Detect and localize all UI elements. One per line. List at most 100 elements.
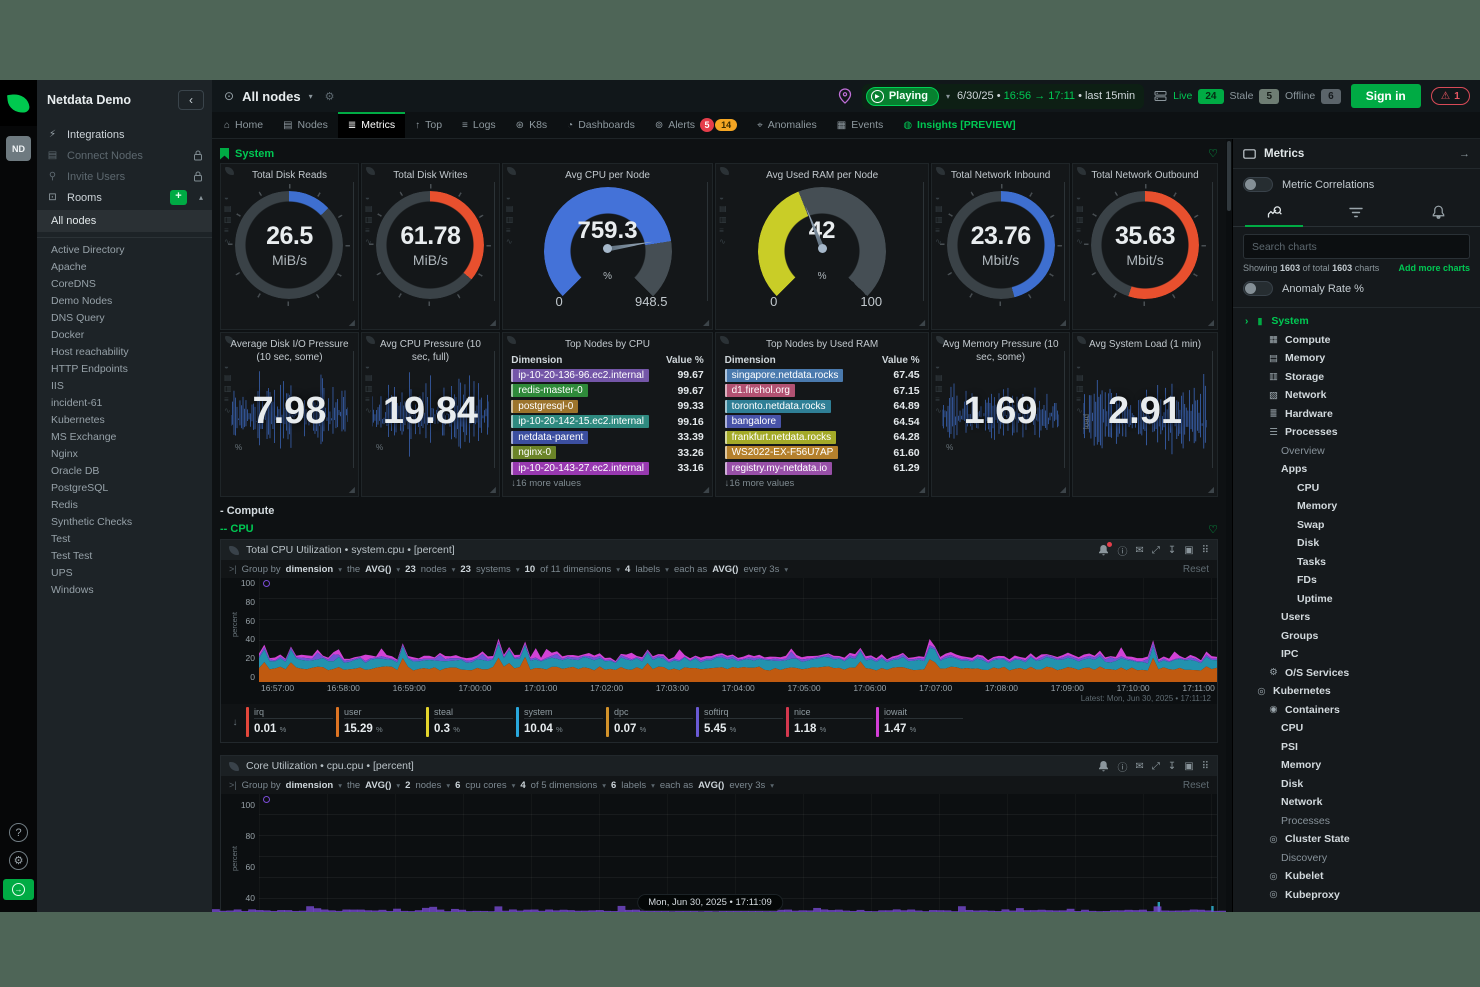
- gauge-tile-avg-used-ram[interactable]: ◒ ▤ ▥ ≡ ∿ Avg Used RAM per Node 42 % 010…: [715, 163, 929, 330]
- toolbar-token[interactable]: the: [347, 780, 360, 791]
- search-charts-input[interactable]: [1243, 234, 1470, 259]
- netdata-logo[interactable]: [0, 80, 37, 126]
- nav-tab[interactable]: ⌖ Anomalies: [747, 112, 827, 138]
- sidebar-item-rooms[interactable]: ⊡ Rooms + ▴: [37, 187, 212, 208]
- legend-item[interactable]: system 10.04 %: [516, 707, 603, 737]
- room-list-item[interactable]: Host reachability: [37, 344, 212, 361]
- pressure-tile-memory[interactable]: ◒ ▤ ▥ ≡ ∿ Avg Memory Pressure (10 sec, s…: [931, 332, 1070, 497]
- toolbar-token[interactable]: ▾: [651, 781, 655, 790]
- ring-gauge[interactable]: 35.63Mbit/s: [1091, 191, 1199, 299]
- toolbar-token[interactable]: systems: [476, 564, 511, 575]
- reset-button[interactable]: Reset: [1183, 564, 1209, 575]
- toolbar-token[interactable]: labels: [621, 780, 646, 791]
- info-icon[interactable]: ⓘ: [1117, 543, 1127, 558]
- tile-toolbar-icons[interactable]: ◒ ▤ ▥ ≡ ∿: [224, 192, 232, 247]
- room-settings-gear-icon[interactable]: ⚙: [325, 90, 335, 103]
- resize-handle[interactable]: ◢: [1060, 318, 1066, 327]
- tree-item[interactable]: Discovery: [1233, 849, 1480, 868]
- tree-item[interactable]: ◉ Containers: [1233, 701, 1480, 720]
- offline-count-badge[interactable]: 6: [1321, 89, 1341, 104]
- toolbar-token[interactable]: each as: [660, 780, 693, 791]
- tab-filter[interactable]: [1315, 198, 1397, 226]
- gauge-tile-avg-cpu-per-node[interactable]: ◒ ▤ ▥ ≡ ∿ Avg CPU per Node 759.3 % 0948.…: [502, 163, 713, 330]
- tree-item[interactable]: ◎ Kubernetes: [1233, 682, 1480, 701]
- toolbar-token[interactable]: Group by: [242, 780, 281, 791]
- table-tile-top-nodes-cpu[interactable]: Top Nodes by CPU DimensionValue % ip-10-…: [502, 332, 713, 497]
- legend-item[interactable]: user 15.29 %: [336, 707, 423, 737]
- room-list-item[interactable]: DNS Query: [37, 310, 212, 327]
- download-icon[interactable]: ↧: [1168, 545, 1176, 556]
- tree-item[interactable]: ▤ Memory: [1233, 349, 1480, 368]
- table-row[interactable]: toronto.netdata.rocks 64.89: [725, 399, 920, 415]
- table-row[interactable]: bangalore 64.54: [725, 414, 920, 430]
- toolbar-token[interactable]: 4: [625, 564, 630, 575]
- room-list-item[interactable]: incident-61: [37, 395, 212, 412]
- toolbar-token[interactable]: AVG(): [712, 564, 738, 575]
- sign-in-button[interactable]: Sign in: [1351, 84, 1421, 108]
- collapse-panel-icon[interactable]: →: [1459, 148, 1470, 160]
- ring-gauge[interactable]: 23.76Mbit/s: [947, 191, 1055, 299]
- toolbar-token[interactable]: ▾: [616, 565, 620, 574]
- legend-sort-icon[interactable]: ↓: [227, 717, 243, 728]
- room-all-nodes-selected[interactable]: All nodes: [37, 210, 212, 232]
- tree-item[interactable]: Tasks: [1233, 553, 1480, 572]
- table-row[interactable]: nginx-0 33.26: [511, 445, 703, 461]
- toolbar-token[interactable]: AVG(): [365, 780, 391, 791]
- toolbar-token[interactable]: ▾: [602, 781, 606, 790]
- tree-item[interactable]: CPU: [1233, 479, 1480, 498]
- resize-handle[interactable]: ◢: [703, 318, 709, 327]
- table-row[interactable]: ip-10-20-142-15.ec2.internal 99.16: [511, 414, 703, 430]
- sidebar-item-integrations[interactable]: ⚡ Integrations: [37, 124, 212, 145]
- alert-indicator[interactable]: ⚠1: [1431, 87, 1470, 105]
- settings-gear-icon[interactable]: ⚙: [9, 851, 28, 870]
- toolbar-token[interactable]: 4: [520, 780, 525, 791]
- download-icon[interactable]: ↧: [1168, 761, 1176, 772]
- table-row[interactable]: redis-master-0 99.67: [511, 383, 703, 399]
- room-list-item[interactable]: Docker: [37, 327, 212, 344]
- collapse-panel-icon[interactable]: >|: [229, 564, 237, 574]
- pressure-tile-cpu[interactable]: ◒ ▤ ▥ ≡ ∿ Avg CPU Pressure (10 sec, full…: [361, 332, 500, 497]
- compute-section-header[interactable]: - Compute: [220, 505, 1218, 521]
- reset-button[interactable]: Reset: [1183, 780, 1209, 791]
- collapse-panel-icon[interactable]: >|: [229, 780, 237, 790]
- tile-toolbar-icons[interactable]: ◒ ▤ ▥ ≡ ∿: [1076, 192, 1084, 247]
- resize-handle[interactable]: ◢: [703, 485, 709, 494]
- room-list-item[interactable]: UPS: [37, 565, 212, 582]
- toolbar-token[interactable]: of 5 dimensions: [531, 780, 598, 791]
- tree-item[interactable]: Uptime: [1233, 590, 1480, 609]
- gauge-tile-network-inbound[interactable]: ◒ ▤ ▥ ≡ ∿ Total Network Inbound 23.76Mbi…: [931, 163, 1070, 330]
- room-list-item[interactable]: CoreDNS: [37, 276, 212, 293]
- tree-item[interactable]: Memory: [1233, 497, 1480, 516]
- drag-handle-icon[interactable]: ⠿: [1202, 761, 1209, 772]
- gauge-tile-total-disk-reads[interactable]: ◒ ▤ ▥ ≡ ∿ Total Disk Reads 26.5MiB/s ◢: [220, 163, 359, 330]
- metric-correlations-toggle[interactable]: [1243, 177, 1273, 192]
- tree-item[interactable]: ≣ Hardware: [1233, 405, 1480, 424]
- room-list-item[interactable]: Oracle DB: [37, 463, 212, 480]
- tree-item[interactable]: Groups: [1233, 627, 1480, 646]
- tree-item[interactable]: Swap: [1233, 516, 1480, 535]
- tree-item[interactable]: Apps: [1233, 460, 1480, 479]
- gauge-tile-network-outbound[interactable]: ◒ ▤ ▥ ≡ ∿ Total Network Outbound 35.63Mb…: [1072, 163, 1218, 330]
- nav-tab[interactable]: ◍ Insights [PREVIEW]: [893, 112, 1025, 138]
- toolbar-token[interactable]: labels: [635, 564, 660, 575]
- chevron-up-icon[interactable]: ▴: [199, 193, 203, 202]
- nav-tab[interactable]: ◔ Dashboards: [557, 112, 645, 138]
- table-row[interactable]: netdata-parent 33.39: [511, 430, 703, 446]
- nav-tab[interactable]: ↑ Top: [405, 112, 452, 138]
- table-row[interactable]: d1.firehol.org 67.15: [725, 383, 920, 399]
- more-values-link[interactable]: ↓16 more values: [725, 478, 795, 489]
- toolbar-token[interactable]: nodes: [421, 564, 447, 575]
- tile-toolbar-icons[interactable]: ◒ ▤ ▥ ≡ ∿: [224, 361, 232, 416]
- room-list-item[interactable]: Windows: [37, 582, 212, 599]
- toolbar-token[interactable]: ▾: [396, 781, 400, 790]
- rail-sign-in-button[interactable]: →: [3, 879, 34, 900]
- toolbar-token[interactable]: cpu cores: [465, 780, 506, 791]
- room-list-item[interactable]: Test Test: [37, 548, 212, 565]
- content-scrollbar[interactable]: [1226, 139, 1232, 912]
- workspace-avatar[interactable]: ND: [6, 136, 31, 161]
- stale-count-badge[interactable]: 5: [1259, 89, 1279, 104]
- tile-toolbar-icons[interactable]: ◒ ▤ ▥ ≡ ∿: [935, 361, 943, 416]
- resize-handle[interactable]: ◢: [1060, 485, 1066, 494]
- tree-item[interactable]: Overview: [1233, 442, 1480, 461]
- cpu-subsection-header[interactable]: -- CPU♡: [220, 521, 1218, 537]
